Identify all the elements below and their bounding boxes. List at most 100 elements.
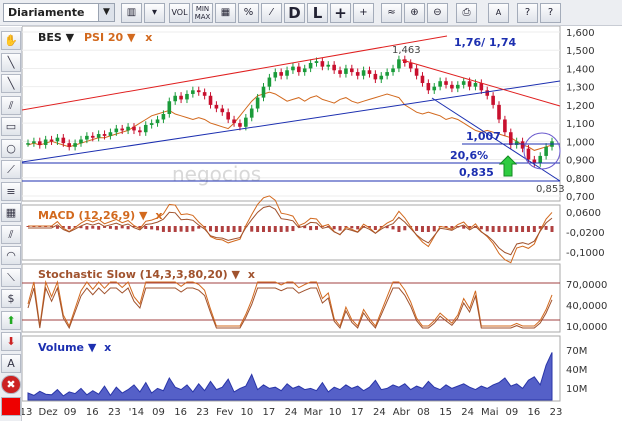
- period-select[interactable]: Diariamente ▼: [3, 3, 115, 22]
- date-tick: 17: [351, 407, 364, 418]
- candle-body: [202, 92, 207, 96]
- macd-histogram-bar: [120, 226, 124, 229]
- macd-histogram-bar: [397, 226, 401, 232]
- macd-histogram-bar: [262, 226, 266, 232]
- close-icon[interactable]: x: [145, 31, 152, 44]
- stochastic-label[interactable]: Stochastic Slow (14,3,3,80,20): [38, 268, 228, 281]
- volume-tick: 70M: [566, 346, 587, 357]
- arrow-down-icon[interactable]: ⬇: [1, 332, 21, 351]
- price-tick: 1,200: [566, 101, 595, 112]
- candle-body: [344, 68, 348, 74]
- arc-icon[interactable]: ◠: [1, 246, 21, 265]
- candle-body: [426, 83, 431, 91]
- channel-icon[interactable]: ⫽: [1, 224, 21, 244]
- macd-histogram-bar: [509, 226, 513, 232]
- macd-histogram-bar: [173, 226, 177, 232]
- crosshair-icon[interactable]: +: [330, 3, 351, 23]
- chart-area[interactable]: negocios 1,463 1,76/ 1,74 1,007 20,6% 0,…: [22, 26, 622, 421]
- low-label: 0,853: [536, 184, 565, 195]
- color-swatch-icon[interactable]: [1, 396, 21, 416]
- close-icon[interactable]: x: [155, 209, 162, 222]
- candle-body: [208, 95, 213, 105]
- main-legend: BES ▼ PSI 20 ▼ x: [38, 31, 152, 44]
- date-tick: 24: [285, 407, 298, 418]
- fibonacci-icon[interactable]: ≡: [1, 181, 21, 201]
- macd-label[interactable]: MACD (12,26,9): [38, 209, 135, 222]
- candle-body: [332, 64, 336, 71]
- toolbar: Diariamente ▼ ▥ ▾ VOL MIN MAX ▦ % ⁄ D L + …: [0, 0, 622, 26]
- price-tick: 1,400: [566, 64, 595, 75]
- arrow-up-icon[interactable]: ⬆: [1, 310, 21, 330]
- stochastic-legend: Stochastic Slow (14,3,3,80,20) ▼ x: [38, 268, 255, 281]
- candle-body: [102, 134, 107, 136]
- chart-type-menu-icon[interactable]: ▾: [144, 3, 165, 23]
- chevron-down-icon[interactable]: ▼: [123, 31, 139, 44]
- macd-histogram-bar: [114, 226, 118, 230]
- macd-histogram-bar: [256, 226, 260, 232]
- hand-icon[interactable]: ✋: [1, 31, 21, 50]
- chevron-down-icon[interactable]: ▼: [62, 31, 78, 44]
- macd-histogram-bar: [220, 226, 224, 232]
- close-icon[interactable]: x: [248, 268, 255, 281]
- candlestick-icon[interactable]: ▥: [121, 3, 142, 23]
- price-tick: 0,900: [566, 156, 595, 167]
- price-tick: 1,500: [566, 46, 595, 57]
- macd-histogram-bar: [426, 226, 430, 232]
- diagonal-line-icon[interactable]: ╲: [1, 74, 21, 93]
- macd-histogram-bar: [226, 226, 230, 232]
- chevron-down-icon[interactable]: ▼: [98, 4, 114, 21]
- trend-icon[interactable]: ⟍: [1, 267, 21, 287]
- level-0835-label: 0,835: [459, 166, 494, 179]
- circle-icon[interactable]: ○: [1, 138, 21, 158]
- top-high-label: 1,463: [392, 45, 421, 56]
- candle-body: [467, 81, 472, 87]
- candle-body: [143, 124, 148, 133]
- candle-body: [232, 119, 236, 124]
- zoom-in-icon[interactable]: ⊕: [404, 3, 425, 23]
- l-button[interactable]: L: [307, 3, 328, 23]
- candle-body: [120, 128, 125, 131]
- candle-body: [185, 93, 189, 100]
- help-book-icon[interactable]: ?: [517, 3, 538, 23]
- wave-icon[interactable]: ≈: [381, 3, 402, 23]
- print-icon[interactable]: ⎙: [456, 3, 477, 23]
- macd-histogram-bar: [144, 226, 148, 229]
- close-icon[interactable]: x: [104, 341, 111, 354]
- macd-histogram-bar: [179, 226, 183, 232]
- grid-icon[interactable]: ▦: [1, 203, 21, 222]
- fib-ratio-label: 1,76/ 1,74: [454, 36, 516, 49]
- candle-body: [420, 75, 425, 84]
- date-tick: 09: [64, 407, 77, 418]
- macd-histogram-bar: [238, 226, 242, 232]
- help-icon[interactable]: ?: [540, 3, 561, 23]
- rectangle-icon[interactable]: ▭: [1, 117, 21, 136]
- d-button[interactable]: D: [284, 3, 305, 23]
- grid-icon[interactable]: ▦: [215, 3, 236, 23]
- text-icon[interactable]: A: [1, 353, 21, 373]
- dollar-icon[interactable]: $: [1, 289, 21, 308]
- percent-button[interactable]: %: [238, 3, 259, 23]
- macd-histogram-bar: [373, 226, 377, 230]
- delete-icon[interactable]: ✖: [1, 375, 21, 394]
- macd-histogram-bar: [232, 226, 236, 232]
- date-axis: 13 Dez 09 16 23 '14 09 16 23 Fev 10 17 24 Mar 10 17 24 Ab…: [22, 407, 562, 418]
- macd-legend: MACD (12,26,9) ▼ x: [38, 209, 163, 222]
- zoom-out-icon[interactable]: ⊖: [427, 3, 448, 23]
- line-tool-icon[interactable]: ╲: [1, 52, 21, 72]
- psi-label[interactable]: PSI 20: [84, 31, 123, 44]
- scale-icon[interactable]: ⁄: [261, 3, 282, 23]
- aa-button[interactable]: A: [488, 3, 509, 23]
- volume-button[interactable]: VOL: [169, 3, 190, 23]
- macd-histogram-bar: [356, 226, 360, 230]
- date-tick: '14: [129, 407, 144, 418]
- macd-histogram-bar: [214, 226, 218, 232]
- fan-icon[interactable]: ⟋: [1, 160, 21, 179]
- macd-histogram-bar: [314, 226, 318, 230]
- candle-body: [479, 83, 484, 91]
- symbol-label[interactable]: BES: [38, 31, 62, 44]
- volume-label[interactable]: Volume: [38, 341, 84, 354]
- candle-body: [432, 86, 437, 91]
- line-plus-icon[interactable]: +: [353, 3, 374, 23]
- parallel-line-icon[interactable]: ⫽: [1, 95, 21, 115]
- minmax-button[interactable]: MIN MAX: [192, 3, 213, 23]
